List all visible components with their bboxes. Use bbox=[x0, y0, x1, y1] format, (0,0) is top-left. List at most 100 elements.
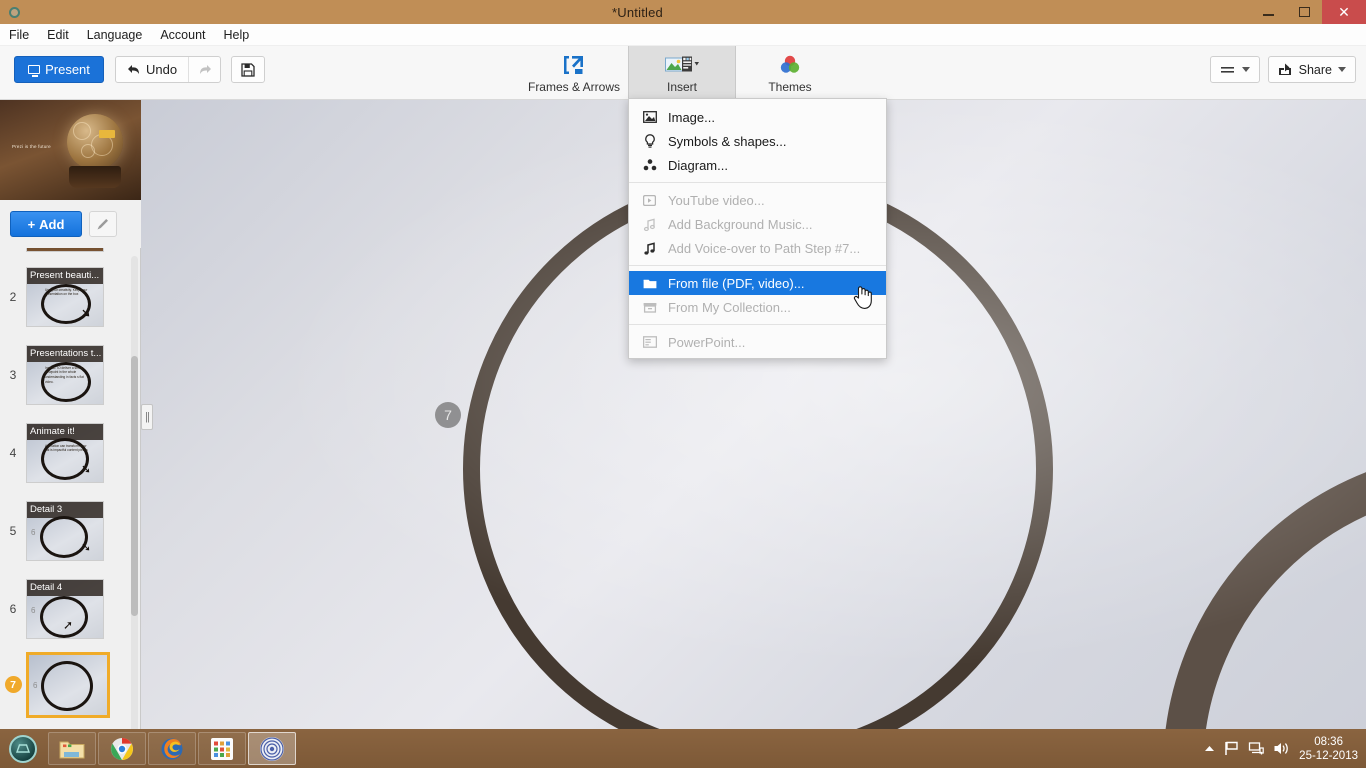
list-item[interactable]: 5 Detail 3 6 ➘ bbox=[0, 492, 104, 569]
network-icon[interactable] bbox=[1248, 741, 1264, 756]
sidebar-scrollbar-track[interactable] bbox=[131, 256, 138, 768]
slide-thumbnail-selected[interactable]: 6 bbox=[26, 651, 110, 718]
present-button[interactable]: Present bbox=[14, 56, 104, 83]
undo-button[interactable]: Undo bbox=[116, 57, 188, 82]
slide-step-digit: 6 bbox=[33, 680, 38, 690]
path-step-marker[interactable]: 7 bbox=[435, 402, 461, 428]
maximize-button[interactable] bbox=[1286, 0, 1322, 24]
slide-thumbnail-list[interactable]: 2 Present beauti... Use your creativity.… bbox=[0, 248, 141, 768]
volume-icon[interactable] bbox=[1273, 741, 1290, 756]
arrow-icon: ➘ bbox=[80, 461, 91, 476]
google-chrome-icon bbox=[111, 737, 133, 760]
slide-thumbnail[interactable]: Present beauti... Use your creativity. K… bbox=[26, 266, 104, 327]
slide-number: 4 bbox=[9, 445, 17, 460]
file-explorer-icon bbox=[59, 741, 85, 758]
slide-thumbnail[interactable]: Presentations t... Instead TO deliver a … bbox=[26, 344, 104, 405]
menu-item-file[interactable]: File bbox=[0, 26, 38, 44]
menu-bar: File Edit Language Account Help bbox=[0, 24, 1366, 46]
list-item[interactable]: 3 Presentations t... Instead TO deliver … bbox=[0, 336, 104, 413]
powerpoint-slide-icon bbox=[642, 336, 657, 348]
highlight-tag bbox=[99, 130, 115, 138]
list-item[interactable]: 2 Present beauti... Use your creativity.… bbox=[0, 258, 104, 335]
slide-thumbnail[interactable]: Animate it! Animation can transform how … bbox=[26, 422, 104, 483]
edit-path-button[interactable] bbox=[89, 211, 117, 237]
music-note-icon bbox=[642, 218, 657, 231]
list-item[interactable]: 7 6 bbox=[0, 646, 110, 723]
menu-separator bbox=[629, 265, 886, 266]
taskbar-app-grid[interactable] bbox=[198, 732, 246, 765]
center-tool-group: Frames & Arrows Insert Themes bbox=[520, 46, 844, 100]
slide-body-text: Instead TO deliver a strong viewpoint in… bbox=[45, 365, 84, 384]
tool-frames-and-arrows[interactable]: Frames & Arrows bbox=[520, 46, 628, 100]
app-icon bbox=[3, 0, 25, 24]
menu-item-add-voice-over: Add Voice-over to Path Step #7... bbox=[629, 236, 886, 260]
music-note-icon bbox=[642, 241, 657, 255]
taskbar-file-explorer[interactable] bbox=[48, 732, 96, 765]
tool-frames-and-arrows-label: Frames & Arrows bbox=[527, 80, 620, 94]
start-button[interactable] bbox=[0, 729, 46, 768]
system-tray: 08:36 25-12-2013 bbox=[1204, 729, 1358, 768]
show-hidden-icons-arrow[interactable] bbox=[1204, 744, 1215, 753]
slides-sidebar: Prezi is the future + Add 2 Present beau… bbox=[0, 100, 141, 768]
sidebar-collapse-handle[interactable]: || bbox=[141, 404, 153, 430]
menu-item-add-voice-over-label: Add Voice-over to Path Step #7... bbox=[668, 240, 861, 256]
clock-time: 08:36 bbox=[1314, 735, 1343, 748]
start-orb-icon bbox=[9, 734, 37, 763]
slide-step-digit: 6 bbox=[31, 605, 36, 615]
sidebar-actions: + Add bbox=[0, 200, 141, 248]
menu-separator bbox=[629, 182, 886, 183]
slide-body-text: Animation can transform how hat is impac… bbox=[45, 443, 88, 453]
view-options-button[interactable] bbox=[1209, 56, 1260, 83]
sidebar-scrollbar-thumb[interactable] bbox=[131, 356, 138, 616]
mozilla-firefox-icon bbox=[161, 738, 183, 759]
list-item[interactable]: 4 Animate it! Animation can transform ho… bbox=[0, 414, 104, 491]
floppy-disk-icon bbox=[241, 62, 255, 77]
share-button[interactable]: Share bbox=[1267, 56, 1356, 83]
grip-icon: || bbox=[145, 411, 150, 423]
list-item[interactable]: 6 Detail 4 6 ➚ bbox=[0, 570, 104, 647]
menu-item-youtube-video: YouTube video... bbox=[629, 188, 886, 212]
menu-item-from-my-collection: From My Collection... bbox=[629, 295, 886, 319]
taskbar-prezi[interactable] bbox=[248, 732, 296, 765]
menu-item-symbols-shapes[interactable]: Symbols & shapes... bbox=[629, 129, 886, 153]
slide-preview-thumbnail[interactable]: Prezi is the future bbox=[0, 100, 141, 200]
slide-thumbnail[interactable]: Detail 3 6 ➘ bbox=[26, 500, 104, 561]
menu-item-account[interactable]: Account bbox=[151, 26, 214, 44]
tool-insert[interactable]: Insert bbox=[628, 46, 736, 100]
taskbar-google-chrome[interactable] bbox=[98, 732, 146, 765]
menu-item-from-file[interactable]: From file (PDF, video)... bbox=[629, 271, 886, 295]
share-arrow-icon bbox=[1278, 63, 1291, 75]
slide-number-selected: 7 bbox=[0, 676, 26, 693]
add-slide-button[interactable]: + Add bbox=[10, 211, 82, 237]
taskbar-mozilla-firefox[interactable] bbox=[148, 732, 196, 765]
list-lines-icon bbox=[1220, 66, 1234, 73]
slide-thumbnail-partial[interactable] bbox=[26, 248, 104, 252]
menu-item-language[interactable]: Language bbox=[78, 26, 152, 44]
menu-item-edit[interactable]: Edit bbox=[38, 26, 78, 44]
menu-item-help[interactable]: Help bbox=[215, 26, 259, 44]
slide-thumbnail[interactable]: Detail 4 6 ➚ bbox=[26, 578, 104, 639]
menu-item-diagram[interactable]: Diagram... bbox=[629, 153, 886, 177]
tool-insert-label: Insert bbox=[666, 80, 697, 94]
menu-item-symbols-shapes-label: Symbols & shapes... bbox=[668, 133, 787, 149]
action-center-flag-icon[interactable] bbox=[1224, 741, 1239, 756]
clock-date: 25-12-2013 bbox=[1299, 749, 1358, 762]
save-button[interactable] bbox=[231, 56, 265, 83]
add-label: Add bbox=[39, 216, 65, 232]
menu-item-image[interactable]: Image... bbox=[629, 105, 886, 129]
windows-taskbar: 08:36 25-12-2013 bbox=[0, 729, 1366, 768]
tool-themes-label: Themes bbox=[768, 80, 812, 94]
main-toolbar: Present Undo Frames & Arrows Insert Them… bbox=[0, 46, 1366, 100]
slide-title: Present beauti... bbox=[27, 267, 103, 284]
folder-icon bbox=[642, 278, 657, 289]
minimize-button[interactable] bbox=[1250, 0, 1286, 24]
youtube-play-icon bbox=[642, 194, 657, 206]
diagram-icon bbox=[642, 159, 657, 171]
pencil-icon bbox=[97, 219, 108, 230]
app-grid-icon bbox=[211, 737, 233, 760]
tool-themes[interactable]: Themes bbox=[736, 46, 844, 100]
undo-redo-group: Undo bbox=[115, 56, 222, 83]
redo-button[interactable] bbox=[188, 57, 220, 82]
close-button[interactable]: ✕ bbox=[1322, 0, 1366, 24]
taskbar-clock[interactable]: 08:36 25-12-2013 bbox=[1299, 735, 1358, 763]
